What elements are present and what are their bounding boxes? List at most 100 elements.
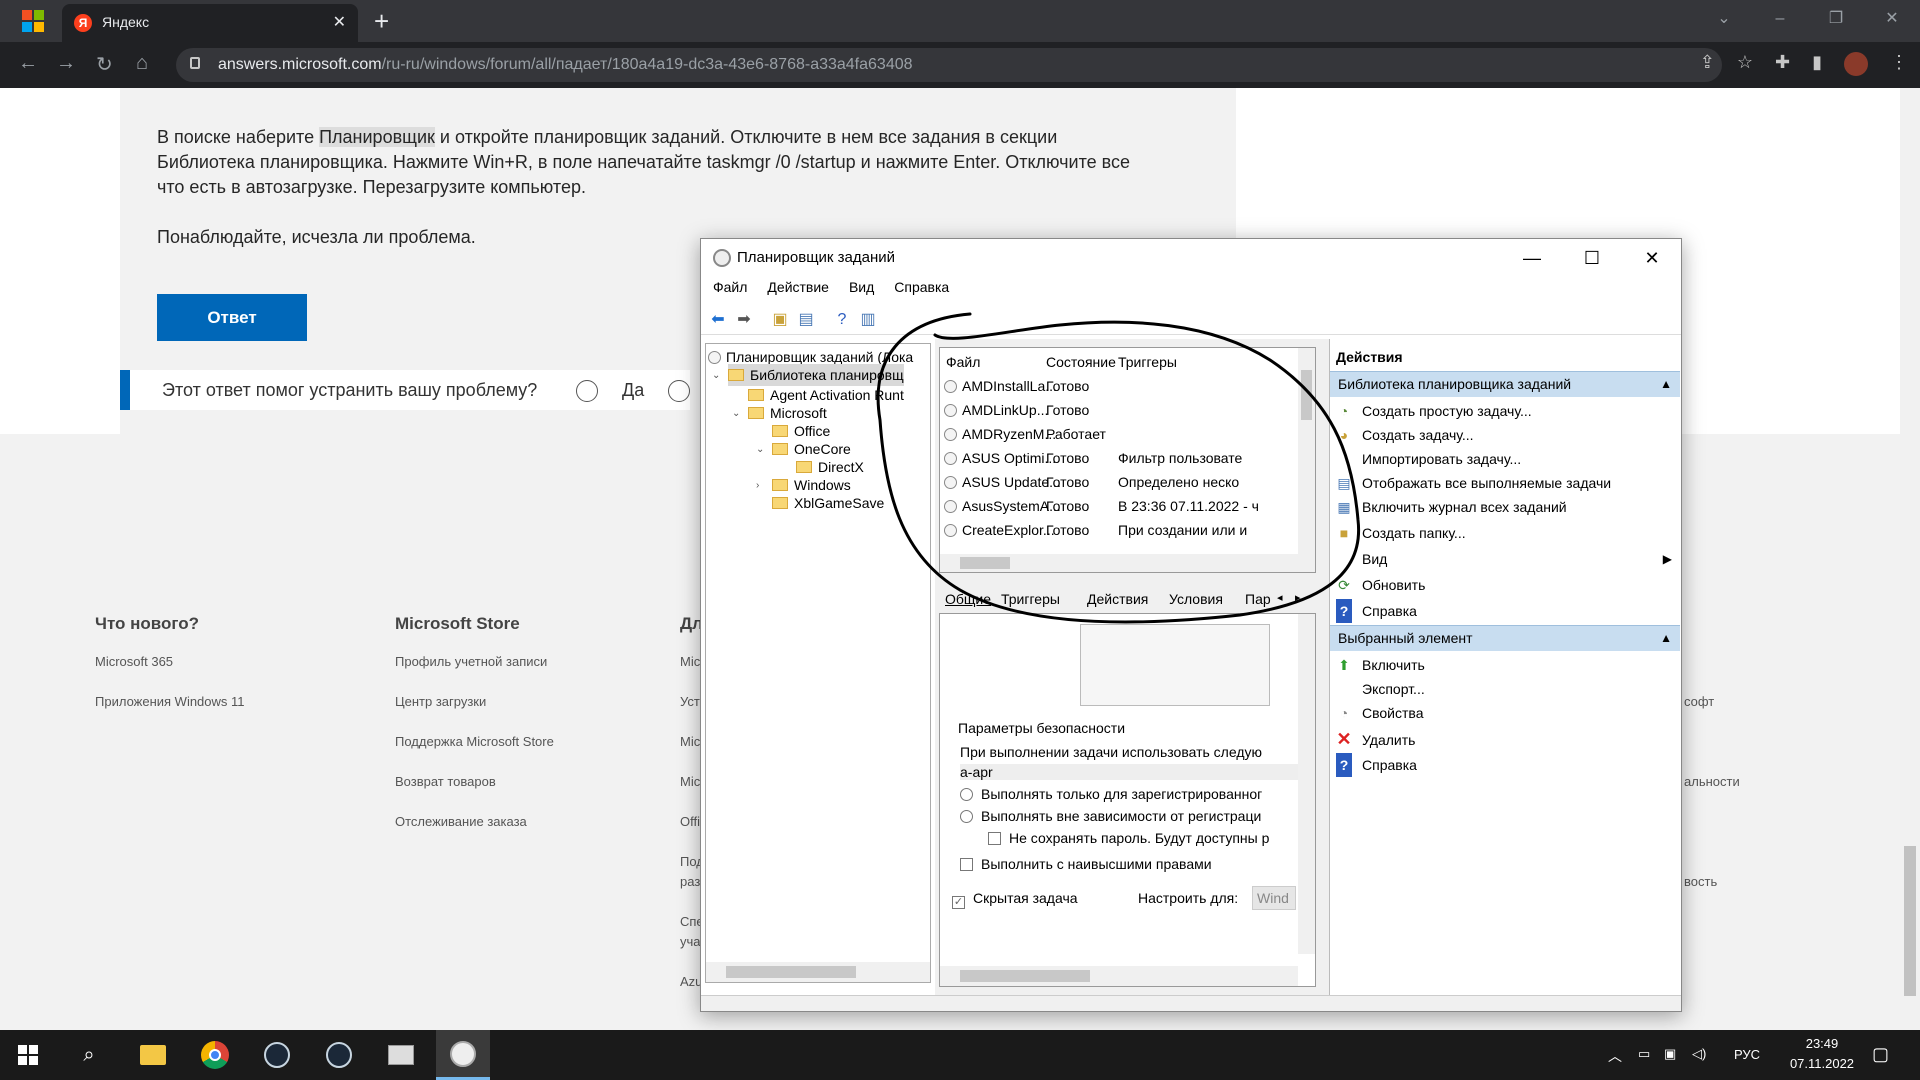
tray-chevron-icon[interactable]: ︿ bbox=[1608, 1046, 1622, 1066]
chrome-icon[interactable] bbox=[188, 1030, 242, 1080]
volume-icon[interactable]: ◁) bbox=[1692, 1046, 1706, 1062]
extensions-icon[interactable]: ✚ bbox=[1775, 52, 1790, 76]
no-radio[interactable] bbox=[668, 380, 690, 402]
task-row[interactable]: ASUS Optimi... bbox=[944, 450, 1056, 466]
show-action-pane-icon[interactable]: ▥ bbox=[857, 309, 879, 331]
action-refresh[interactable]: ⟳ Обновить bbox=[1336, 573, 1425, 597]
tab-scroll-right-icon[interactable]: ▸ bbox=[1295, 591, 1301, 604]
tree-horizontal-scrollbar[interactable] bbox=[706, 962, 930, 982]
share-icon[interactable]: ⇪ bbox=[1700, 52, 1715, 76]
footer-link[interactable]: уча bbox=[680, 934, 701, 949]
tab-scroll-left-icon[interactable]: ◂ bbox=[1277, 591, 1283, 604]
tab-parameters[interactable]: Пар bbox=[1245, 591, 1271, 607]
tree-xblgamesave[interactable]: XblGameSave bbox=[772, 492, 884, 514]
action-create-task[interactable]: ◕ Создать задачу... bbox=[1336, 423, 1474, 447]
tree-library[interactable]: Библиотека планировщ bbox=[728, 364, 904, 386]
list-horizontal-scrollbar[interactable] bbox=[940, 554, 1298, 572]
task-row[interactable]: AMDLinkUp... bbox=[944, 402, 1048, 418]
checkbox-highest-privileges[interactable]: Выполнить с наивысшими правами bbox=[960, 856, 1212, 872]
radio-registered[interactable]: Выполнять только для зарегистрированног bbox=[960, 786, 1262, 802]
task-row[interactable]: AsusSystemA... bbox=[944, 498, 1061, 514]
footer-link[interactable]: Приложения Windows 11 bbox=[95, 694, 245, 709]
section-selected-item[interactable]: Выбранный элемент ▲ bbox=[1330, 625, 1680, 651]
footer-link[interactable]: Центр загрузки bbox=[395, 694, 486, 709]
scrollbar-thumb[interactable] bbox=[1904, 846, 1916, 996]
collapse-arrow-icon[interactable]: ⌄ bbox=[732, 408, 740, 419]
footer-link[interactable]: Mic bbox=[680, 654, 700, 669]
footer-link[interactable]: Профиль учетной записи bbox=[395, 654, 547, 669]
app-window-icon[interactable] bbox=[374, 1030, 428, 1080]
action-create-basic-task[interactable]: ◔ Создать простую задачу... bbox=[1336, 399, 1532, 423]
window-titlebar[interactable]: Планировщик заданий — ☐ ✕ bbox=[701, 239, 1681, 277]
help-icon[interactable]: ? bbox=[831, 309, 853, 331]
details-horizontal-scrollbar[interactable] bbox=[940, 966, 1298, 986]
task-row[interactable]: CreateExplor... bbox=[944, 522, 1055, 538]
action-view[interactable]: Вид ▶ bbox=[1336, 547, 1672, 571]
language-indicator[interactable]: РУС bbox=[1734, 1047, 1760, 1062]
scrollbar-thumb[interactable] bbox=[726, 966, 856, 978]
menu-kebab-icon[interactable]: ⋮ bbox=[1890, 52, 1908, 76]
restore-button[interactable]: ❐ bbox=[1808, 0, 1864, 42]
action-help[interactable]: ? Справка bbox=[1336, 599, 1417, 623]
steam-icon-2[interactable] bbox=[312, 1030, 366, 1080]
column-header-state[interactable]: Состояние bbox=[1046, 354, 1116, 370]
configure-for-select[interactable]: Wind bbox=[1252, 886, 1296, 913]
menu-view[interactable]: Вид bbox=[849, 279, 874, 303]
footer-link-fragment[interactable]: альности bbox=[1684, 774, 1740, 789]
home-icon[interactable]: ⌂ bbox=[136, 52, 148, 75]
page-scrollbar[interactable] bbox=[1900, 88, 1920, 1030]
section-library[interactable]: Библиотека планировщика заданий ▲ bbox=[1330, 371, 1680, 397]
clock-time[interactable]: 23:49 bbox=[1790, 1036, 1854, 1051]
action-enable-history[interactable]: ▦ Включить журнал всех заданий bbox=[1336, 495, 1566, 519]
tab-triggers[interactable]: Триггеры bbox=[1001, 591, 1060, 607]
yes-radio[interactable] bbox=[576, 380, 598, 402]
checkbox-no-password[interactable]: Не сохранять пароль. Будут доступны р bbox=[988, 830, 1269, 846]
action-import-task[interactable]: Импортировать задачу... bbox=[1336, 447, 1521, 471]
network-icon[interactable]: ▣ bbox=[1664, 1046, 1676, 1062]
tab-actions[interactable]: Действия bbox=[1087, 591, 1148, 607]
answer-button[interactable]: Ответ bbox=[157, 294, 307, 341]
menu-action[interactable]: Действие bbox=[767, 279, 829, 303]
scrollbar-thumb[interactable] bbox=[1301, 370, 1312, 420]
footer-link-fragment[interactable]: софт bbox=[1684, 694, 1714, 709]
action-delete[interactable]: ✕ Удалить bbox=[1336, 727, 1415, 751]
back-arrow-icon[interactable]: ← bbox=[18, 52, 38, 75]
scrollbar-thumb[interactable] bbox=[960, 557, 1010, 569]
battery-icon[interactable]: ▭ bbox=[1638, 1046, 1650, 1062]
up-folder-icon[interactable]: ▣ bbox=[769, 309, 791, 331]
action-new-folder[interactable]: ■ Создать папку... bbox=[1336, 521, 1466, 545]
footer-link[interactable]: Поддержка Microsoft Store bbox=[395, 734, 554, 749]
close-button[interactable]: ✕ bbox=[1629, 243, 1675, 273]
reload-icon[interactable]: ↻ bbox=[96, 52, 113, 77]
checkbox-hidden[interactable]: ✓ Скрытая задача bbox=[952, 890, 1078, 909]
action-show-running[interactable]: ▤ Отображать все выполняемые задачи bbox=[1336, 471, 1611, 495]
menu-file[interactable]: Файл bbox=[713, 279, 747, 303]
minimize-button[interactable]: — bbox=[1509, 243, 1555, 273]
footer-link[interactable]: Возврат товаров bbox=[395, 774, 496, 789]
footer-link[interactable]: раз bbox=[680, 874, 700, 889]
clock-date[interactable]: 07.11.2022 bbox=[1776, 1056, 1868, 1071]
tab-general[interactable]: Общие bbox=[945, 591, 991, 607]
start-windows-icon[interactable] bbox=[18, 1045, 38, 1065]
tab-conditions[interactable]: Условия bbox=[1169, 591, 1223, 607]
task-row[interactable]: AMDRyzenM... bbox=[944, 426, 1056, 442]
file-explorer-icon[interactable] bbox=[126, 1030, 180, 1080]
list-vertical-scrollbar[interactable] bbox=[1298, 348, 1315, 572]
task-scheduler-taskbar-icon[interactable] bbox=[436, 1030, 490, 1080]
footer-link[interactable]: Mic bbox=[680, 774, 700, 789]
description-box[interactable] bbox=[1080, 624, 1270, 706]
forward-arrow-icon[interactable]: → bbox=[56, 52, 76, 75]
footer-link[interactable]: Offi bbox=[680, 814, 700, 829]
footer-link-fragment[interactable]: вость bbox=[1684, 874, 1717, 889]
browser-tab[interactable]: Я Яндекс ✕ bbox=[62, 4, 358, 42]
action-properties[interactable]: ◔ Свойства bbox=[1336, 701, 1424, 725]
close-button[interactable]: ✕ bbox=[1864, 0, 1920, 42]
action-enable[interactable]: ⬆ Включить bbox=[1336, 653, 1425, 677]
bookmark-star-icon[interactable]: ☆ bbox=[1737, 52, 1753, 76]
tab-close-icon[interactable]: ✕ bbox=[333, 12, 346, 32]
collapse-arrow-icon[interactable]: ⌄ bbox=[756, 444, 764, 455]
sidebar-icon[interactable]: ▮ bbox=[1812, 52, 1822, 76]
footer-link[interactable]: Microsoft 365 bbox=[95, 654, 173, 669]
new-tab-button[interactable]: + bbox=[374, 6, 389, 37]
scrollbar-thumb[interactable] bbox=[960, 970, 1090, 982]
